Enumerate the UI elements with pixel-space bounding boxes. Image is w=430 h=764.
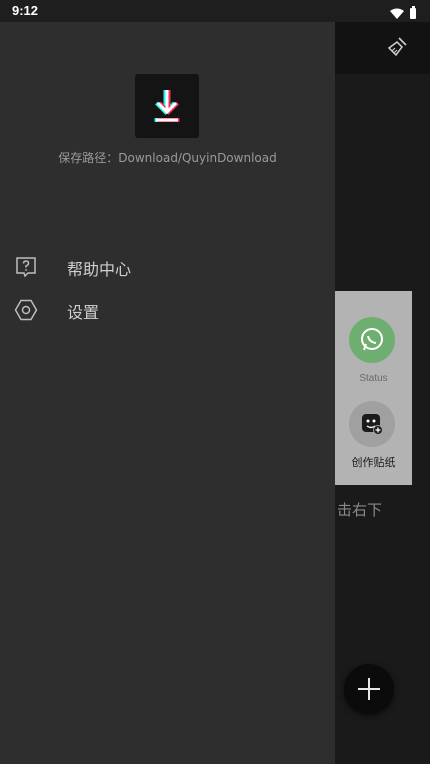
battery-icon [410,6,416,19]
status-bar: 9:12 [0,0,430,22]
wifi-icon [390,4,404,23]
download-icon [154,90,180,122]
whatsapp-icon [361,328,383,351]
sticker-icon [362,414,383,435]
status-time: 9:12 [12,3,39,18]
status-icons [390,4,416,23]
app-logo [135,74,199,138]
share-label-status: Status [359,373,388,384]
menu-item-settings[interactable]: 设置 [0,290,335,330]
add-fab-button[interactable] [344,664,394,714]
settings-icon [14,298,38,322]
menu-item-label: 帮助中心 [67,260,132,279]
menu-item-help-center[interactable]: 帮助中心 [0,247,335,287]
share-item-sticker[interactable] [349,401,395,447]
hint-text: 击右下 [337,501,383,519]
clean-broom-icon[interactable] [386,36,408,58]
share-label-sticker: 创作贴纸 [351,456,396,469]
navigation-drawer: 保存路径：Download/QuyinDownload 帮助中心 设置 [0,22,335,764]
menu-item-label: 设置 [67,303,100,322]
help-icon [14,255,38,279]
share-item-whatsapp[interactable] [349,317,395,363]
save-path-label: 保存路径：Download/QuyinDownload [58,151,277,165]
share-sheet: Status 创作贴纸 [335,291,412,485]
